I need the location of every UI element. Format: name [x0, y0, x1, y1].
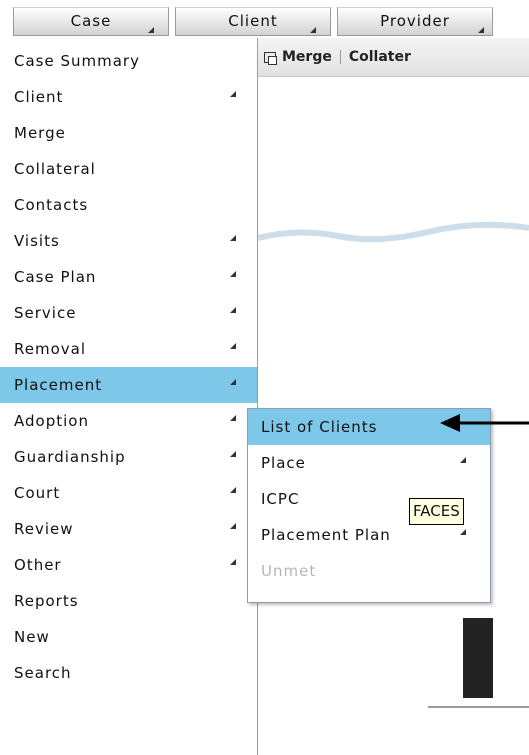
menu-item-label: Removal [14, 340, 87, 358]
submenu-arrow-icon [230, 487, 236, 493]
menu-item-label: Placement [14, 376, 103, 394]
case-menu: Case Summary Client Merge Collateral Con… [0, 38, 258, 755]
menu-item-label: Service [14, 304, 77, 322]
submenu-item-label: Place [261, 454, 306, 472]
merge-icon [264, 51, 277, 65]
submenu-item-unmet: Unmet [248, 553, 490, 589]
decorative-wave [258, 221, 529, 243]
menu-item-court[interactable]: Court [0, 475, 257, 511]
tab-provider[interactable]: Provider [337, 7, 493, 36]
menu-item-case-summary[interactable]: Case Summary [0, 43, 257, 79]
dropdown-arrow-icon [148, 27, 154, 33]
tab-client-label: Client [228, 12, 278, 30]
menu-item-new[interactable]: New [0, 619, 257, 655]
background-graphic [463, 618, 493, 698]
menu-item-review[interactable]: Review [0, 511, 257, 547]
menu-item-search[interactable]: Search [0, 655, 257, 691]
dropdown-arrow-icon [478, 27, 484, 33]
menu-item-service[interactable]: Service [0, 295, 257, 331]
tab-provider-label: Provider [380, 12, 450, 30]
menu-item-adoption[interactable]: Adoption [0, 403, 257, 439]
menu-item-merge[interactable]: Merge [0, 115, 257, 151]
tab-case-label: Case [70, 12, 112, 30]
submenu-arrow-icon [230, 379, 236, 385]
submenu-item-place[interactable]: Place [248, 445, 490, 481]
menu-item-client[interactable]: Client [0, 79, 257, 115]
menu-item-label: Adoption [14, 412, 89, 430]
tooltip: FACES [409, 498, 464, 525]
menu-item-other[interactable]: Other [0, 547, 257, 583]
menu-item-label: Court [14, 484, 61, 502]
submenu-arrow-icon [230, 451, 236, 457]
menu-item-label: Case Plan [14, 268, 97, 286]
annotation-arrow-icon [440, 414, 529, 432]
toolbar-merge[interactable]: Merge [282, 49, 332, 65]
toolbar-collateral[interactable]: Collater [349, 49, 411, 65]
top-menu-bar: Case Client Provider [0, 0, 529, 38]
dropdown-arrow-icon [310, 27, 316, 33]
menu-item-guardianship[interactable]: Guardianship [0, 439, 257, 475]
background-line [428, 706, 529, 708]
submenu-arrow-icon [460, 529, 466, 535]
menu-item-label: Collateral [14, 160, 96, 178]
submenu-item-label: ICPC [261, 490, 300, 508]
submenu-item-label: Unmet [261, 562, 317, 580]
menu-item-label: Guardianship [14, 448, 126, 466]
menu-item-case-plan[interactable]: Case Plan [0, 259, 257, 295]
submenu-arrow-icon [230, 559, 236, 565]
menu-item-visits[interactable]: Visits [0, 223, 257, 259]
submenu-arrow-icon [230, 307, 236, 313]
menu-item-label: Case Summary [14, 52, 140, 70]
menu-item-placement[interactable]: Placement [0, 367, 257, 403]
submenu-arrow-icon [230, 415, 236, 421]
menu-item-label: Visits [14, 232, 60, 250]
menu-item-reports[interactable]: Reports [0, 583, 257, 619]
menu-item-label: Review [14, 520, 74, 538]
toolbar-divider [339, 50, 341, 64]
menu-item-label: Contacts [14, 196, 89, 214]
menu-item-label: Merge [14, 124, 66, 142]
submenu-arrow-icon [230, 91, 236, 97]
menu-item-removal[interactable]: Removal [0, 331, 257, 367]
menu-item-label: Client [14, 88, 64, 106]
menu-item-label: Other [14, 556, 62, 574]
tab-client[interactable]: Client [175, 7, 331, 36]
menu-item-label: Reports [14, 592, 79, 610]
submenu-arrow-icon [230, 271, 236, 277]
submenu-arrow-icon [230, 235, 236, 241]
background-page: Merge Collater [258, 38, 529, 755]
menu-item-contacts[interactable]: Contacts [0, 187, 257, 223]
submenu-arrow-icon [230, 523, 236, 529]
submenu-item-label: Placement Plan [261, 526, 391, 544]
submenu-item-label: List of Clients [261, 418, 378, 436]
menu-item-collateral[interactable]: Collateral [0, 151, 257, 187]
menu-item-label: Search [14, 664, 72, 682]
submenu-arrow-icon [230, 343, 236, 349]
tab-case[interactable]: Case [13, 7, 169, 36]
menu-item-label: New [14, 628, 50, 646]
submenu-arrow-icon [460, 457, 466, 463]
background-toolbar: Merge Collater [258, 38, 529, 77]
